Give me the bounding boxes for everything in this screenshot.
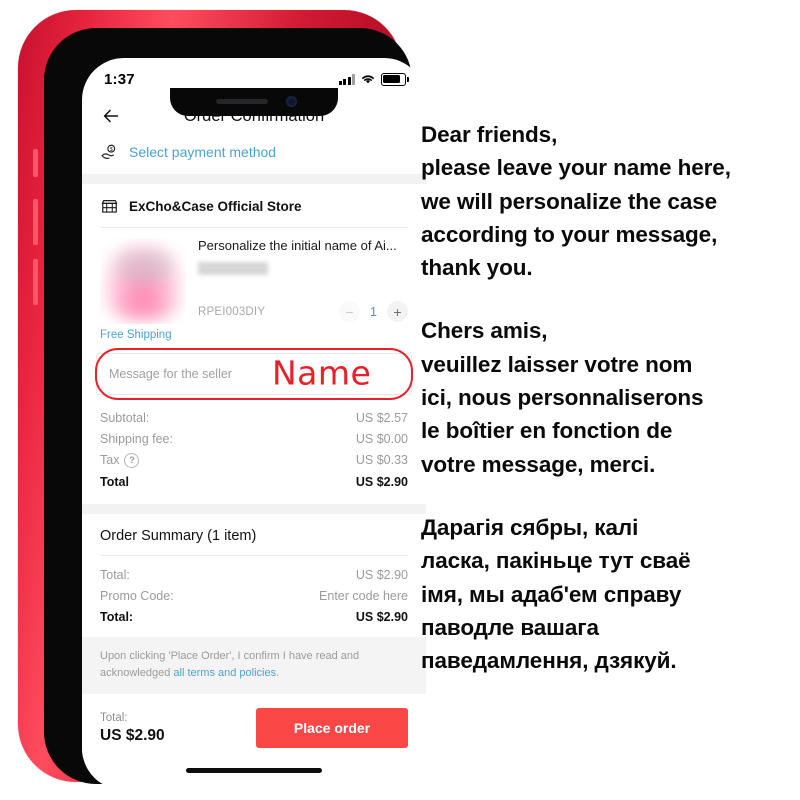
instruction-paragraph-english: Dear friends, please leave your name her… <box>421 118 793 284</box>
product-bottom-row: RPEI003DIY − 1 + <box>198 301 408 324</box>
select-payment-method-row[interactable]: $ Select payment method <box>82 136 426 174</box>
phone-volume-down-button[interactable] <box>33 259 38 305</box>
summary-value: US $2.90 <box>355 567 408 582</box>
quantity-value: 1 <box>370 304 377 319</box>
screenshot-root: 1:37 Ord <box>0 0 800 800</box>
phone-frame: 1:37 Ord <box>18 10 426 790</box>
price-label: Tax <box>100 453 120 467</box>
status-bar-icons <box>338 72 409 86</box>
phone-volume-up-button[interactable] <box>33 199 38 245</box>
instruction-line: according to your message, <box>421 221 718 247</box>
instruction-line: veuillez laisser votre nom <box>421 351 693 377</box>
section-divider <box>82 174 426 184</box>
terms-notice: Upon clicking 'Place Order', I confirm I… <box>82 637 426 695</box>
instruction-line: please leave your name here, <box>421 155 731 181</box>
instruction-text-panel: Dear friends, please leave your name her… <box>421 118 793 677</box>
price-value: US $0.33 <box>355 453 408 467</box>
instruction-line: ласка, пакіньце тут сваё <box>421 548 691 574</box>
summary-row-total: Total: US $2.90 <box>100 606 408 627</box>
summary-label: Promo Code: <box>100 588 174 603</box>
product-variant-redacted <box>198 261 268 275</box>
checkout-total: Total: US $2.90 <box>100 712 165 745</box>
instruction-line: le boîtier en fonction de <box>421 418 673 444</box>
terms-text-after: . <box>276 667 280 680</box>
price-label: Total <box>100 474 129 489</box>
quantity-decrease-button[interactable]: − <box>339 301 360 322</box>
checkout-total-label: Total: <box>100 711 128 724</box>
price-row: Shipping fee: US $0.00 <box>100 428 408 449</box>
product-thumbnail[interactable] <box>100 238 186 324</box>
instruction-line: thank you. <box>421 255 533 281</box>
price-breakdown: Subtotal: US $2.57 Shipping fee: US $0.0… <box>82 401 426 504</box>
price-row-total: Total US $2.90 <box>100 471 408 492</box>
phone-screen: 1:37 Ord <box>82 58 426 790</box>
section-divider <box>82 504 426 514</box>
price-row: Subtotal: US $2.57 <box>100 407 408 428</box>
summary-row: Total: US $2.90 <box>100 564 408 585</box>
free-shipping-label: Free Shipping <box>100 329 172 341</box>
battery-icon <box>381 72 409 86</box>
product-row[interactable]: Personalize the initial name of Ai... RP… <box>82 228 426 328</box>
annotation-name-text: Name <box>272 353 372 393</box>
phone-mute-switch[interactable] <box>33 149 38 177</box>
wifi-icon <box>362 75 374 84</box>
summary-row-promo: Promo Code: Enter code here <box>100 585 408 606</box>
quantity-stepper[interactable]: − 1 + <box>339 301 408 322</box>
checkout-bar: Total: US $2.90 Place order <box>82 694 426 759</box>
price-value: US $2.90 <box>355 474 408 489</box>
order-summary-section: Order Summary (1 item) Total: US $2.90 P… <box>82 514 426 637</box>
instruction-line: we will personalize the case <box>421 188 718 214</box>
product-details: Personalize the initial name of Ai... RP… <box>198 238 408 324</box>
select-payment-method-label: Select payment method <box>129 144 277 160</box>
phone-bezel: 1:37 Ord <box>44 28 426 790</box>
instruction-paragraph-french: Chers amis, veuillez laisser votre nom i… <box>421 314 793 480</box>
summary-value: US $2.90 <box>355 609 408 624</box>
back-arrow-icon[interactable] <box>100 105 122 127</box>
front-camera-icon <box>286 96 297 107</box>
instruction-line: Dear friends, <box>421 122 558 147</box>
instruction-line: імя, мы адаб'ем справу <box>421 581 682 607</box>
instruction-line: votre message, merci. <box>421 451 656 477</box>
help-question-icon[interactable]: ? <box>124 452 140 468</box>
message-placeholder: Message for the seller <box>109 367 232 381</box>
price-value: US $2.57 <box>355 410 408 425</box>
store-row[interactable]: ExCho&Case Official Store <box>82 184 426 227</box>
price-row: Tax ? US $0.33 <box>100 449 408 471</box>
signal-bars-icon <box>338 73 355 85</box>
price-label: Shipping fee: <box>100 431 173 446</box>
order-summary-title: Order Summary (1 item) <box>100 528 257 544</box>
product-title: Personalize the initial name of Ai... <box>198 238 397 253</box>
enter-promo-code-link[interactable]: Enter code here <box>319 589 408 603</box>
instruction-paragraph-belarusian: Дарагія сябры, калі ласка, пакіньце тут … <box>421 511 793 677</box>
status-bar-time: 1:37 <box>104 70 135 88</box>
store-name: ExCho&Case Official Store <box>129 199 302 214</box>
terms-and-policies-link[interactable]: all terms and policies <box>173 667 276 679</box>
product-image-blur-highlight <box>116 250 172 284</box>
earpiece-speaker-icon <box>216 99 268 104</box>
instruction-line: паведамлення, дзякуй. <box>421 648 677 674</box>
instruction-line: ici, nous personnaliserons <box>421 385 704 411</box>
product-sku: RPEI003DIY <box>198 305 266 318</box>
quantity-increase-button[interactable]: + <box>387 301 408 322</box>
status-bar: 1:37 <box>82 58 426 96</box>
home-indicator[interactable] <box>186 768 322 774</box>
summary-label: Total: <box>100 609 134 624</box>
message-field-wrapper: Message for the seller Name <box>95 348 413 400</box>
checkout-total-amount: US $2.90 <box>100 726 165 744</box>
svg-text:$: $ <box>110 147 113 153</box>
instruction-line: Chers amis, <box>421 318 548 344</box>
summary-label: Total: <box>100 567 130 582</box>
instruction-line: Дарагія сябры, калі <box>421 514 639 540</box>
place-order-button[interactable]: Place order <box>256 708 408 749</box>
divider-line <box>100 555 408 556</box>
price-label: Subtotal: <box>100 410 150 425</box>
storefront-icon <box>101 200 118 213</box>
price-value: US $0.00 <box>355 431 408 446</box>
instruction-line: паводле вашага <box>421 614 599 640</box>
hand-coin-icon: $ <box>101 144 116 159</box>
